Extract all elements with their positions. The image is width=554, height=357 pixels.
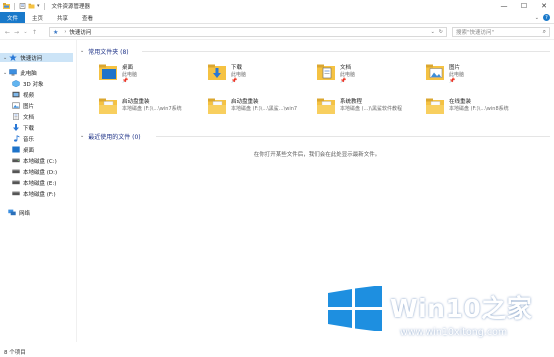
maximize-button[interactable]: ☐ <box>514 0 534 12</box>
quick-access-star-icon: ★ <box>53 28 59 36</box>
windows-logo-icon <box>328 286 382 331</box>
recent-locations-chevron-icon[interactable]: ⌄ <box>21 27 30 37</box>
tab-share[interactable]: 共享 <box>50 12 75 23</box>
network-icon <box>8 209 16 216</box>
desktop-folder-icon <box>99 64 117 80</box>
nav-item-videos[interactable]: 视频 <box>0 90 34 99</box>
navigation-pane: ⌄ 快速访问 ⌄ 此电脑 3D 对象 视频 图片 文档 下载 音乐 桌面 本地磁… <box>0 44 74 344</box>
collapse-chevron-icon[interactable]: ⌄ <box>80 133 84 139</box>
recent-files-header[interactable]: ⌄ 最近使用的文件 (0) <box>80 131 141 141</box>
nav-item-drive-f[interactable]: 本地磁盘 (F:) <box>0 189 56 198</box>
video-icon <box>12 91 20 98</box>
folder-icon <box>317 98 335 114</box>
folder-tile-system-tutorials[interactable]: 系统教程 本地磁盘 (...)\黑鲨软件教程 <box>316 96 424 122</box>
nav-item-drive-c[interactable]: 本地磁盘 (C:) <box>0 156 57 165</box>
title-bar: ▾ 文件资源管理器 — ☐ ✕ <box>0 0 554 12</box>
nav-item-desktop[interactable]: 桌面 <box>0 145 34 154</box>
desktop-icon <box>12 146 20 153</box>
search-placeholder: 搜索"快速访问" <box>456 30 495 36</box>
site-watermark: Win10之家 www.win10xitong.com <box>326 285 552 347</box>
breadcrumb-chevron-icon[interactable]: › <box>64 29 66 35</box>
star-icon <box>9 54 18 61</box>
search-icon[interactable]: ⌕ <box>543 28 546 36</box>
music-icon <box>12 135 20 142</box>
ribbon-tabs: 文件 主页 共享 查看 ⌄ ? <box>0 12 554 24</box>
tab-file[interactable]: 文件 <box>0 12 26 23</box>
properties-icon[interactable] <box>19 3 26 9</box>
nav-item-3d-objects[interactable]: 3D 对象 <box>0 79 43 88</box>
drive-icon <box>12 179 20 186</box>
download-icon <box>12 124 20 131</box>
address-bar[interactable]: ★ › 快速访问 ⌄ ↻ <box>49 27 447 37</box>
refresh-icon[interactable]: ↻ <box>439 29 443 35</box>
drive-icon <box>12 157 20 164</box>
search-input[interactable]: 搜索"快速访问" ⌕ <box>452 27 550 37</box>
back-arrow-icon[interactable]: ← <box>3 27 12 37</box>
status-bar: 8 个项目 <box>0 346 554 357</box>
help-icon[interactable]: ? <box>543 14 550 21</box>
pin-icon: 📌 <box>231 78 238 84</box>
drive-icon <box>12 190 20 197</box>
group-divider <box>142 51 550 52</box>
nav-item-this-pc[interactable]: ⌄ 此电脑 <box>0 68 37 77</box>
folder-tile-online-reinstall[interactable]: 在线重装 本地磁盘 (F:)\...\win8系统 <box>425 96 533 122</box>
documents-folder-icon <box>317 64 335 80</box>
drive-icon <box>12 168 20 175</box>
folder-tile-startup-reinstall-2[interactable]: 启动盘重装 本地磁盘 (F:)\...\黑鲨...\win7 <box>207 96 315 122</box>
nav-item-quick-access[interactable]: ⌄ 快速访问 <box>0 53 73 62</box>
pin-icon: 📌 <box>122 78 129 84</box>
pin-icon: 📌 <box>449 78 456 84</box>
folder-icon <box>99 98 117 114</box>
pane-splitter[interactable] <box>76 40 77 342</box>
documents-icon <box>12 113 20 120</box>
folder-tile-pictures[interactable]: 图片 此电脑 📌 <box>425 62 533 88</box>
explorer-app-icon <box>3 3 10 9</box>
navigation-bar: ← → ⌄ ↑ ★ › 快速访问 ⌄ ↻ 搜索"快速访问" ⌕ <box>0 25 554 40</box>
folder-tile-startup-reinstall-1[interactable]: 启动盘重装 本地磁盘 (F:)\...\win7系统 <box>98 96 206 122</box>
frequent-folders-header[interactable]: ⌄ 常用文件夹 (8) <box>80 46 129 56</box>
watermark-brand: Win10之家 <box>390 294 533 323</box>
nav-item-drive-e[interactable]: 本地磁盘 (E:) <box>0 178 56 187</box>
downloads-folder-icon <box>208 64 226 80</box>
folder-icon <box>208 98 226 114</box>
folder-icon <box>426 98 444 114</box>
folder-tile-desktop[interactable]: 桌面 此电脑 📌 <box>98 62 206 88</box>
tab-view[interactable]: 查看 <box>75 12 100 23</box>
recent-empty-message: 在你打开某些文件后，我们会在此处显示最新文件。 <box>253 152 381 158</box>
item-count: 8 个项目 <box>4 349 26 356</box>
close-button[interactable]: ✕ <box>534 0 554 12</box>
group-divider <box>156 136 550 137</box>
up-arrow-icon[interactable]: ↑ <box>30 27 39 37</box>
tab-home[interactable]: 主页 <box>25 12 50 23</box>
nav-item-downloads[interactable]: 下载 <box>0 123 34 132</box>
quick-access-toolbar: ▾ 文件资源管理器 <box>0 2 90 10</box>
new-folder-icon[interactable] <box>28 3 35 9</box>
expand-ribbon-chevron-icon[interactable]: ⌄ <box>535 15 539 21</box>
watermark-url: www.win10xitong.com <box>400 327 508 338</box>
breadcrumb-quick-access[interactable]: 快速访问 <box>69 28 91 36</box>
customize-toolbar-chevron-icon[interactable]: ▾ <box>37 3 40 9</box>
forward-arrow-icon[interactable]: → <box>12 27 21 37</box>
folder-tile-documents[interactable]: 文档 此电脑 📌 <box>316 62 424 88</box>
nav-item-music[interactable]: 音乐 <box>0 134 34 143</box>
minimize-button[interactable]: — <box>494 0 514 12</box>
nav-item-documents[interactable]: 文档 <box>0 112 34 121</box>
pictures-folder-icon <box>426 64 444 80</box>
window-title: 文件资源管理器 <box>51 4 91 10</box>
nav-item-pictures[interactable]: 图片 <box>0 101 34 110</box>
nav-item-drive-d[interactable]: 本地磁盘 (D:) <box>0 167 57 176</box>
folder-tile-downloads[interactable]: 下载 此电脑 📌 <box>207 62 315 88</box>
address-history-chevron-icon[interactable]: ⌄ <box>431 29 435 35</box>
pin-icon: 📌 <box>340 78 347 84</box>
cube-icon <box>12 80 20 88</box>
computer-icon <box>9 69 17 76</box>
collapse-chevron-icon[interactable]: ⌄ <box>80 48 84 54</box>
nav-item-network[interactable]: 网络 <box>0 208 30 217</box>
pictures-icon <box>12 102 20 109</box>
